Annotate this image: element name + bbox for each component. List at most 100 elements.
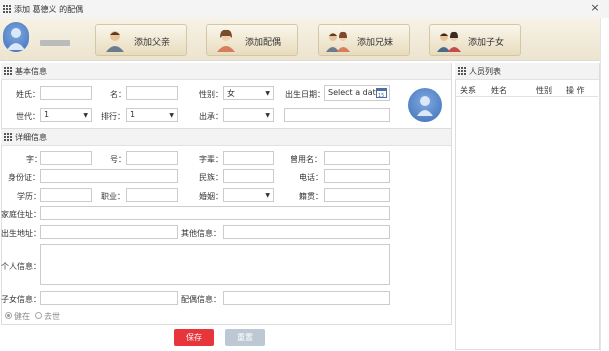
generation-name-input[interactable]	[223, 151, 274, 165]
people-list-title: 人员列表	[469, 67, 501, 76]
rank-label: 排行：	[101, 112, 125, 121]
art-name-input[interactable]	[126, 151, 178, 165]
former-name-label: 曾用名：	[290, 155, 322, 164]
spouse-icon	[217, 29, 235, 52]
birthplace-label: 出生地址：	[1, 229, 41, 238]
personal-info-label: 个人信息：	[1, 262, 41, 271]
other-info-input[interactable]	[223, 225, 390, 239]
window-title: 添加 葛德义 的配偶	[14, 5, 84, 14]
save-button[interactable]: 保存	[174, 329, 214, 346]
close-icon[interactable]: ×	[589, 2, 601, 14]
grid-icon	[4, 133, 12, 141]
add-spouse-label: 添加配偶	[245, 38, 282, 48]
add-sibling-button[interactable]: 添加兄妹	[318, 24, 410, 56]
column-name[interactable]: 姓名	[491, 85, 507, 96]
person-photo[interactable]	[408, 88, 442, 122]
generation-name-label: 字辈：	[199, 155, 223, 164]
grid-icon	[3, 5, 11, 13]
children-info-input[interactable]	[40, 291, 178, 305]
column-gender[interactable]: 性别	[536, 85, 552, 96]
children-info-label: 子女信息：	[1, 295, 41, 304]
education-input[interactable]	[40, 188, 92, 202]
spouse-info-input[interactable]	[223, 291, 390, 305]
chevron-down-icon: ▼	[265, 192, 270, 199]
add-father-button[interactable]: 添加父亲	[95, 24, 187, 56]
rank-value: 1	[130, 110, 136, 119]
birth-date-placeholder: Select a date	[328, 88, 381, 97]
id-card-input[interactable]	[40, 169, 178, 183]
ethnicity-input[interactable]	[223, 169, 274, 183]
generation-select[interactable]: 1 ▼	[40, 108, 92, 122]
deceased-label: 去世	[44, 312, 60, 321]
courtesy-name-input[interactable]	[40, 151, 92, 165]
people-list-header: 人员列表	[455, 63, 599, 80]
gender-select[interactable]: 女 ▼	[223, 86, 274, 100]
art-name-label: 号：	[110, 155, 126, 164]
given-name-input[interactable]	[126, 86, 178, 100]
native-place-label: 籍贯：	[299, 192, 323, 201]
add-child-button[interactable]: 添加子女	[429, 24, 521, 56]
person-silhouette-icon	[7, 28, 25, 50]
education-label: 学历：	[17, 192, 41, 201]
lineage-label: 出承：	[199, 112, 223, 121]
marriage-label: 婚姻：	[199, 192, 223, 201]
window-titlebar: 添加 葛德义 的配偶 ×	[0, 0, 609, 19]
current-person-avatar	[3, 22, 29, 52]
chevron-down-icon: ▼	[265, 112, 270, 119]
occupation-label: 职业：	[101, 192, 125, 201]
column-actions[interactable]: 操 作	[566, 85, 585, 96]
children-icon	[437, 31, 461, 52]
native-place-input[interactable]	[324, 188, 390, 202]
calendar-icon[interactable]: 15	[376, 87, 387, 98]
svg-text:15: 15	[378, 93, 384, 98]
alive-radio[interactable]	[5, 312, 12, 319]
lineage-select[interactable]: ▼	[223, 108, 274, 122]
gender-label: 性别：	[199, 90, 223, 99]
phone-input[interactable]	[324, 169, 390, 183]
add-spouse-button[interactable]: 添加配偶	[206, 24, 298, 56]
chevron-down-icon: ▼	[169, 112, 174, 119]
chevron-down-icon: ▼	[83, 112, 88, 119]
phone-label: 电话：	[299, 173, 323, 182]
surname-label: 姓氏：	[16, 90, 40, 99]
sibling-icon	[326, 31, 350, 52]
add-sibling-label: 添加兄妹	[357, 38, 394, 48]
column-relation[interactable]: 关系	[460, 85, 476, 96]
given-name-label: 名：	[110, 90, 126, 99]
detail-info-title: 详细信息	[15, 133, 47, 142]
surname-input[interactable]	[40, 86, 92, 100]
basic-info-header: 基本信息	[1, 63, 451, 80]
personal-info-textarea[interactable]	[40, 244, 390, 285]
former-name-input[interactable]	[324, 151, 390, 165]
rank-select[interactable]: 1 ▼	[126, 108, 178, 122]
lineage-detail-input[interactable]	[284, 108, 390, 122]
chevron-down-icon: ▼	[265, 90, 270, 97]
birth-date-label: 出生日期：	[285, 90, 325, 99]
other-info-label: 其他信息：	[181, 229, 221, 238]
deceased-radio[interactable]	[35, 312, 42, 319]
spouse-info-label: 配偶信息：	[181, 295, 221, 304]
grid-icon	[458, 67, 466, 75]
generation-label: 世代：	[16, 112, 40, 121]
home-address-input[interactable]	[40, 206, 390, 220]
marriage-select[interactable]: ▼	[223, 188, 274, 202]
grid-icon	[4, 67, 12, 75]
birthplace-input[interactable]	[40, 225, 178, 239]
window-edge	[600, 18, 609, 351]
detail-info-header: 详细信息	[1, 129, 451, 146]
occupation-input[interactable]	[126, 188, 178, 202]
add-father-label: 添加父亲	[134, 38, 171, 48]
add-child-label: 添加子女	[468, 38, 505, 48]
ethnicity-label: 民族：	[199, 173, 223, 182]
gender-value: 女	[227, 89, 235, 98]
current-person-name-blurred	[40, 40, 70, 46]
home-address-label: 家庭住址：	[1, 210, 41, 219]
people-list-panel	[455, 63, 600, 350]
basic-info-title: 基本信息	[15, 67, 47, 76]
person-silhouette-icon	[417, 96, 433, 116]
reset-button[interactable]: 重置	[225, 329, 265, 346]
father-icon	[106, 31, 124, 52]
people-table-header: 关系 姓名 性别 操 作	[456, 80, 598, 97]
alive-label: 健在	[14, 312, 30, 321]
id-card-label: 身份证：	[8, 173, 40, 182]
